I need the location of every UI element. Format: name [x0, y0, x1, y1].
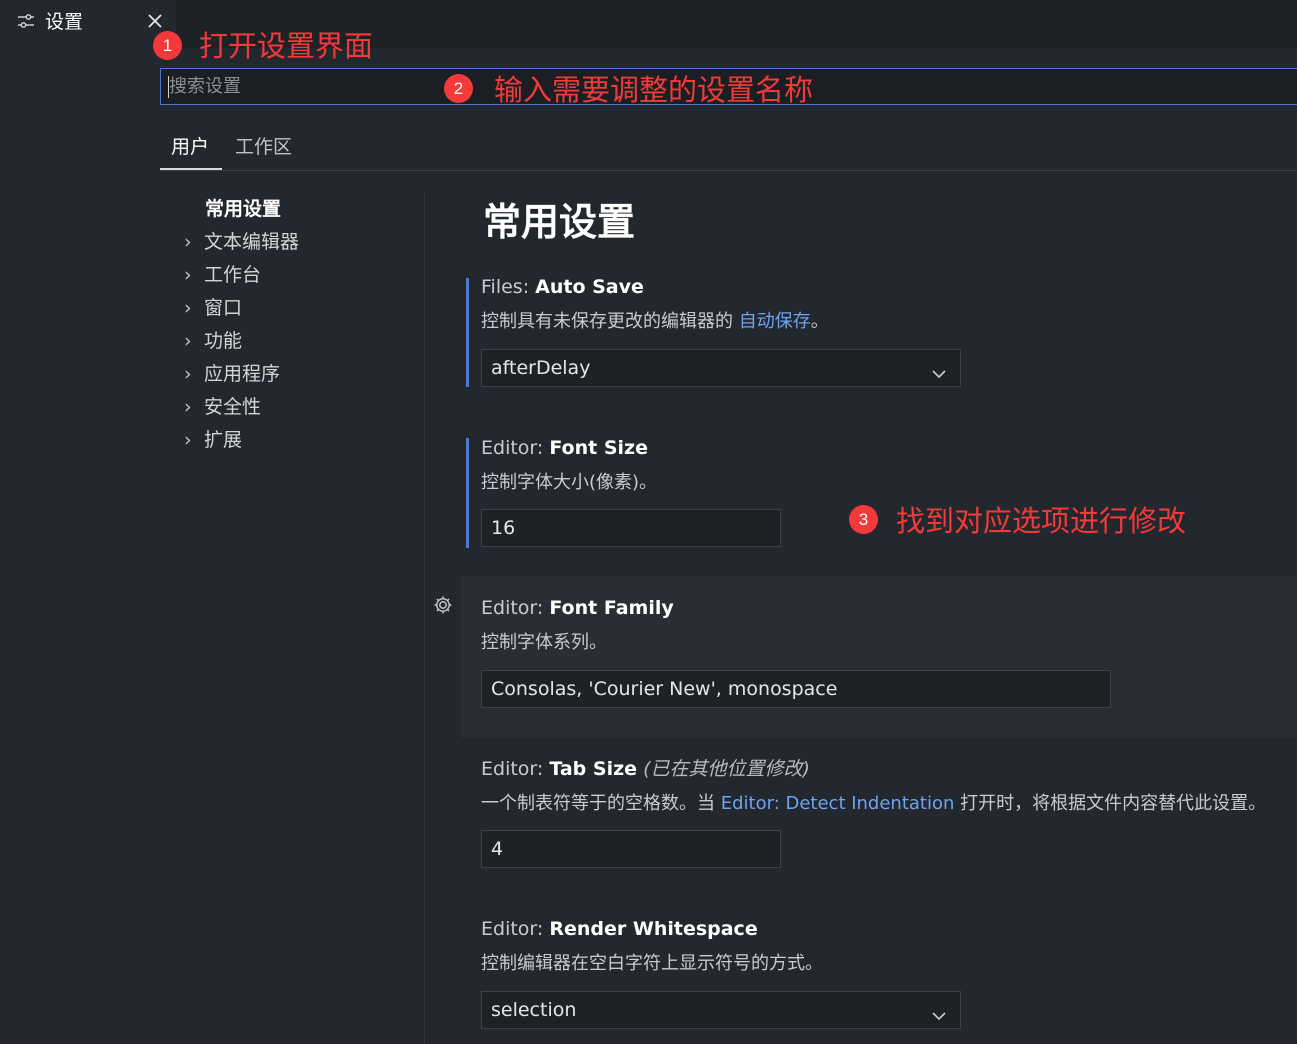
annotation-badge-2: 2	[444, 74, 473, 103]
font-family-input[interactable]: Consolas, 'Courier New', monospace	[481, 670, 1111, 708]
settings-tab[interactable]: 设置	[0, 0, 176, 48]
chevron-right-icon: ›	[184, 429, 192, 451]
annotation-text-3: 找到对应选项进行修改	[896, 504, 1187, 538]
tab-workspace[interactable]: 工作区	[235, 134, 292, 160]
toc-item-common[interactable]: 常用设置	[205, 194, 281, 224]
modified-indicator	[466, 438, 469, 548]
chevron-right-icon: ›	[184, 231, 192, 253]
annotation-text-1: 打开设置界面	[199, 29, 374, 63]
gear-icon[interactable]	[432, 594, 454, 616]
toc-item-extensions[interactable]: › 扩展	[184, 425, 242, 455]
toc-separator	[424, 192, 425, 1044]
chevron-down-icon	[930, 1001, 948, 1021]
render-whitespace-select[interactable]: selection	[481, 991, 961, 1029]
toc-item-security[interactable]: › 安全性	[184, 392, 261, 422]
setting-desc-tab-size: 一个制表符等于的空格数。当 Editor: Detect Indentation…	[481, 793, 1267, 814]
annotation-badge-1: 1	[153, 31, 182, 60]
chevron-right-icon: ›	[184, 297, 192, 319]
setting-title-font-size: Editor: Font Size	[481, 437, 648, 459]
font-size-input[interactable]: 16	[481, 509, 781, 547]
text-cursor	[168, 76, 169, 98]
chevron-down-icon	[930, 359, 948, 379]
annotation-badge-3: 3	[849, 505, 878, 534]
setting-title-render-whitespace: Editor: Render Whitespace	[481, 918, 758, 940]
chevron-right-icon: ›	[184, 330, 192, 352]
setting-desc-font-family: 控制字体系列。	[481, 632, 607, 653]
chevron-right-icon: ›	[184, 264, 192, 286]
toc-item-workbench[interactable]: › 工作台	[184, 260, 261, 290]
settings-tab-title: 设置	[45, 11, 84, 33]
setting-title-auto-save: Files: Auto Save	[481, 276, 644, 298]
toc-item-window[interactable]: › 窗口	[184, 293, 242, 323]
setting-desc-render-whitespace: 控制编辑器在空白字符上显示符号的方式。	[481, 953, 823, 974]
modified-elsewhere-note: (已在其他位置修改)	[643, 758, 810, 780]
setting-desc-auto-save: 控制具有未保存更改的编辑器的 自动保存。	[481, 311, 829, 332]
settings-sliders-icon	[17, 12, 35, 30]
annotation-text-2: 输入需要调整的设置名称	[494, 73, 814, 107]
chevron-right-icon: ›	[184, 396, 192, 418]
chevron-right-icon: ›	[184, 363, 192, 385]
modified-indicator	[466, 278, 469, 387]
toc-item-application[interactable]: › 应用程序	[184, 359, 280, 389]
detect-indentation-link[interactable]: Editor: Detect Indentation	[721, 793, 955, 814]
tab-user[interactable]: 用户	[171, 134, 209, 160]
close-icon[interactable]	[144, 10, 166, 32]
auto-save-link[interactable]: 自动保存	[739, 311, 811, 332]
auto-save-select[interactable]: afterDelay	[481, 349, 961, 387]
toc-item-features[interactable]: › 功能	[184, 326, 242, 356]
toc-item-text-editor[interactable]: › 文本编辑器	[184, 227, 299, 257]
tab-size-input[interactable]: 4	[481, 830, 781, 868]
editor-tab-bar	[0, 0, 1297, 48]
scope-tabs-divider	[160, 170, 1297, 171]
setting-title-font-family: Editor: Font Family	[481, 597, 674, 619]
setting-title-tab-size: Editor: Tab Size (已在其他位置修改)	[481, 758, 810, 780]
setting-desc-font-size: 控制字体大小(像素)。	[481, 472, 658, 493]
section-title: 常用设置	[483, 200, 636, 244]
